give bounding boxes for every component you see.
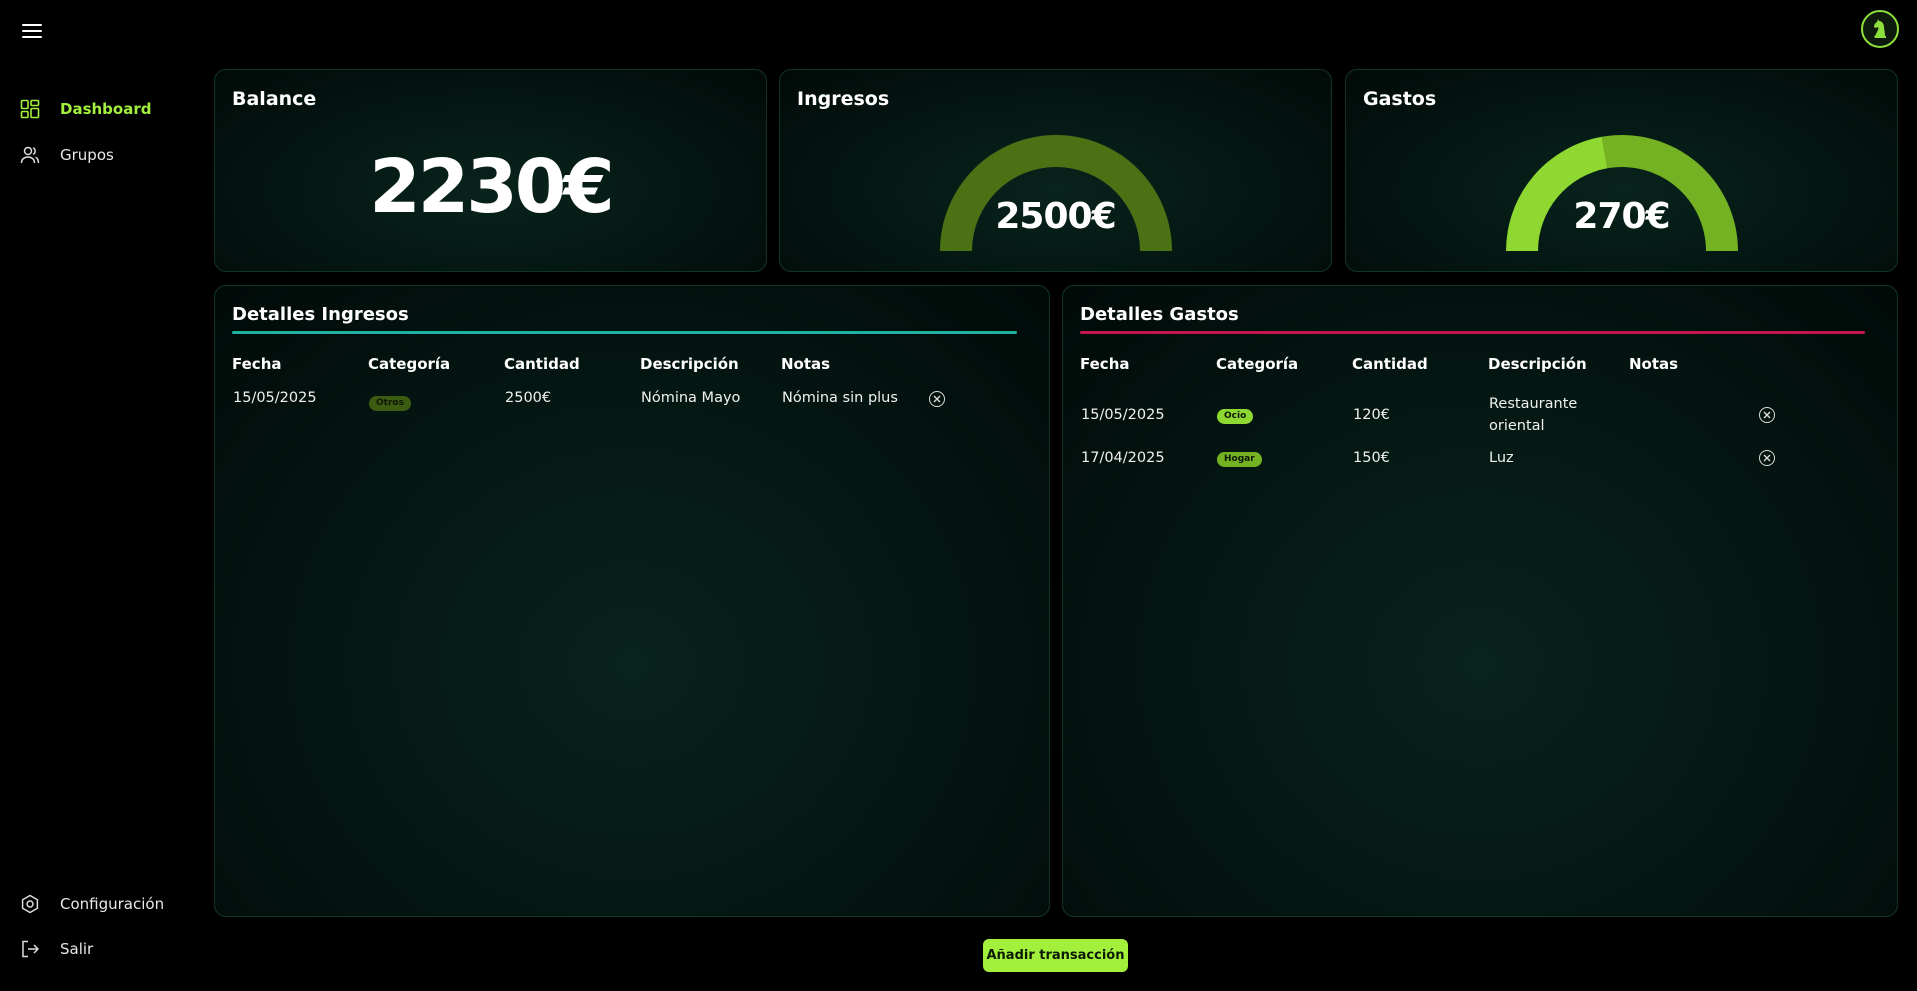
ingresos-divider: [232, 331, 1017, 334]
settings-icon: [20, 894, 40, 914]
sidebar-item-label: Configuración: [60, 895, 165, 913]
balance-title: Balance: [232, 88, 317, 110]
sidebar-item-grupos[interactable]: Grupos: [20, 145, 114, 165]
sidebar-item-salir[interactable]: Salir: [20, 939, 93, 959]
categoria-cell: Otros: [368, 390, 504, 411]
detalles-ingresos-panel: Detalles Ingresos Fecha Categoría Cantid…: [214, 285, 1050, 917]
category-badge: Otros: [369, 396, 411, 411]
category-badge: Hogar: [1217, 452, 1262, 467]
gastos-table-header: Fecha Categoría Cantidad Descripción Not…: [1080, 355, 1765, 373]
balance-value: 2230€: [369, 144, 614, 230]
ingresos-table-header: Fecha Categoría Cantidad Descripción Not…: [232, 355, 917, 373]
column-header: Categoría: [368, 355, 451, 373]
ingresos-title: Ingresos: [797, 88, 890, 110]
table-row: 15/05/2025 Ocio 120€ Restaurante orienta…: [1080, 390, 1880, 440]
column-header: Descripción: [640, 355, 739, 373]
fecha-cell: 15/05/2025: [1081, 407, 1165, 423]
delete-icon[interactable]: [1759, 407, 1775, 423]
column-header: Descripción: [1488, 355, 1587, 373]
gastos-table-body: 15/05/2025 Ocio 120€ Restaurante orienta…: [1080, 390, 1880, 476]
column-header: Notas: [1629, 355, 1679, 373]
logout-icon: [20, 939, 40, 959]
ingresos-card: Ingresos 2500€: [779, 69, 1332, 272]
balance-card: Balance 2230€: [214, 69, 767, 272]
add-transaction-button[interactable]: Añadir transacción: [983, 939, 1128, 972]
column-header: Fecha: [232, 355, 282, 373]
descripcion-cell: Restaurante oriental: [1489, 396, 1578, 434]
fecha-cell: 17/04/2025: [1081, 450, 1165, 466]
detalles-ingresos-title: Detalles Ingresos: [232, 304, 409, 325]
knight-logo-icon: [1874, 19, 1886, 38]
detalles-gastos-title: Detalles Gastos: [1080, 304, 1239, 325]
detalles-gastos-panel: Detalles Gastos Fecha Categoría Cantidad…: [1062, 285, 1898, 917]
gastos-card: Gastos 270€: [1345, 69, 1898, 272]
column-header: Fecha: [1080, 355, 1130, 373]
sidebar-item-configuracion[interactable]: Configuración: [20, 894, 164, 914]
app: Dashboard Grupos Configuración Salir Bal…: [0, 0, 1917, 991]
fecha-cell: 15/05/2025: [233, 390, 317, 406]
sidebar-item-label: Dashboard: [60, 100, 152, 118]
notas-cell: Nómina sin plus: [782, 390, 898, 406]
menu-icon[interactable]: [20, 20, 44, 42]
column-header: Cantidad: [504, 355, 580, 373]
gastos-divider: [1080, 331, 1865, 334]
sidebar-item-label: Grupos: [60, 146, 114, 164]
categoria-cell: Ocio: [1216, 406, 1352, 424]
delete-icon[interactable]: [1759, 450, 1775, 466]
descripcion-cell: Nómina Mayo: [641, 390, 741, 406]
column-header: Cantidad: [1352, 355, 1428, 373]
cantidad-cell: 150€: [1353, 450, 1390, 466]
gastos-value: 270€: [1573, 196, 1670, 237]
category-badge: Ocio: [1217, 409, 1254, 424]
sidebar-item-dashboard[interactable]: Dashboard: [20, 99, 151, 119]
avatar[interactable]: [1861, 10, 1899, 48]
delete-icon[interactable]: [929, 391, 945, 407]
cantidad-cell: 120€: [1353, 407, 1390, 423]
gastos-title: Gastos: [1363, 88, 1437, 110]
cantidad-cell: 2500€: [505, 390, 552, 406]
table-row: 17/04/2025 Hogar 150€ Luz: [1080, 440, 1880, 476]
users-icon: [20, 145, 40, 165]
ingresos-table-body: 15/05/2025 Otros 2500€ Nómina Mayo Nómin…: [232, 390, 1032, 411]
dashboard-icon: [20, 99, 40, 119]
table-row: 15/05/2025 Otros 2500€ Nómina Mayo Nómin…: [232, 390, 1032, 411]
descripcion-cell: Luz: [1489, 450, 1514, 466]
ingresos-value: 2500€: [995, 196, 1116, 237]
column-header: Categoría: [1216, 355, 1299, 373]
column-header: Notas: [781, 355, 831, 373]
categoria-cell: Hogar: [1216, 449, 1352, 467]
sidebar-item-label: Salir: [60, 940, 94, 958]
